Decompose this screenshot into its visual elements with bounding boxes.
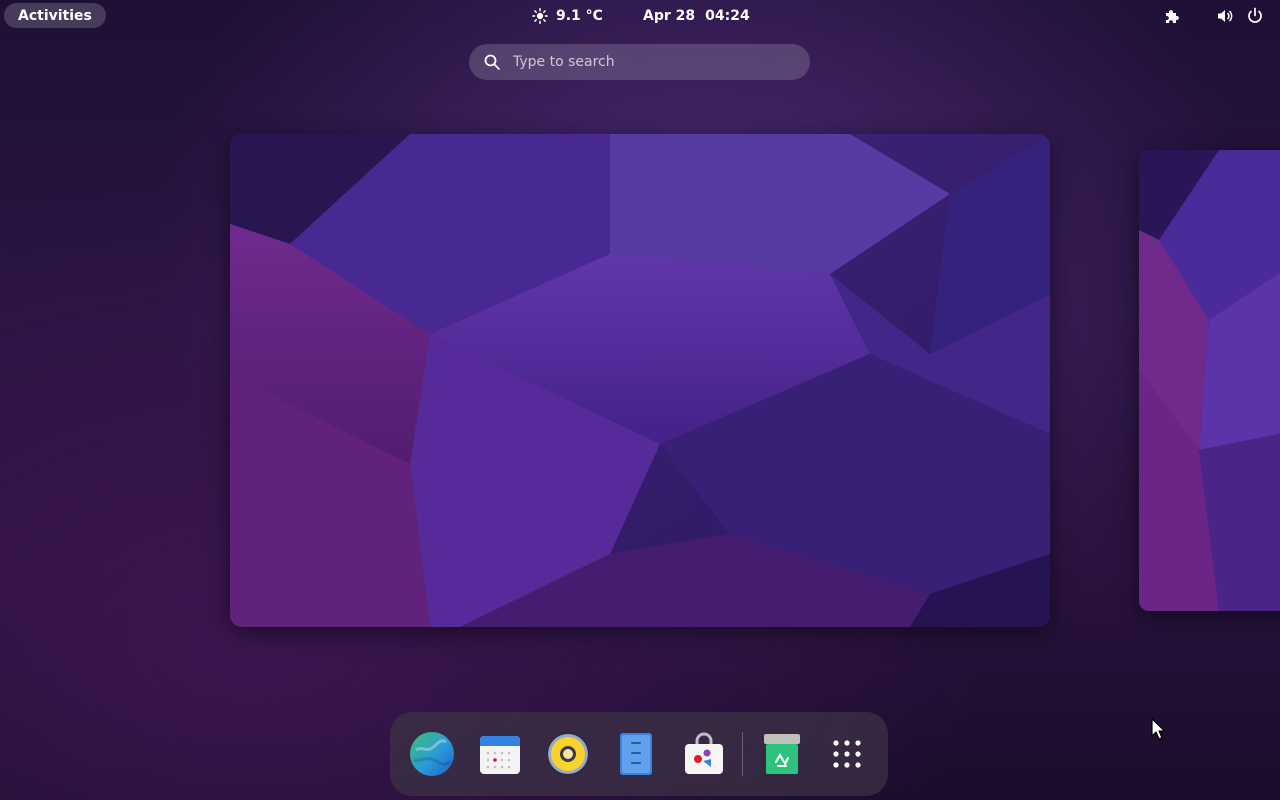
volume-icon[interactable] xyxy=(1217,8,1235,24)
dock-item-web-browser[interactable] xyxy=(406,728,458,780)
time-label: 04:24 xyxy=(705,8,750,24)
dock-item-rhythmbox[interactable] xyxy=(542,728,594,780)
activities-button[interactable]: Activities xyxy=(4,3,106,28)
notepad-icon xyxy=(620,733,652,775)
dock-item-calendar[interactable] xyxy=(474,728,526,780)
weather-indicator[interactable]: 9.1 °C xyxy=(532,0,603,32)
trash-icon xyxy=(764,734,800,774)
dock-item-software[interactable] xyxy=(678,728,730,780)
globe-icon xyxy=(410,732,454,776)
search-bar[interactable] xyxy=(469,44,810,80)
temperature-label: 9.1 °C xyxy=(556,8,603,24)
speaker-icon xyxy=(546,732,590,776)
search-input[interactable] xyxy=(511,53,785,71)
extensions-icon[interactable] xyxy=(1163,7,1181,25)
workspace-thumbnail-current[interactable] xyxy=(230,134,1050,627)
top-bar: Activities 9.1 °C Apr 28 04:24 xyxy=(0,0,1280,32)
power-icon[interactable] xyxy=(1246,7,1264,25)
shopping-bag-icon xyxy=(685,732,723,774)
dock-separator xyxy=(742,732,743,776)
mouse-pointer-icon xyxy=(1151,718,1165,740)
workspace-thumbnail-next[interactable] xyxy=(1139,150,1280,611)
search-icon xyxy=(484,54,500,70)
sun-icon xyxy=(532,8,548,24)
dash-dock xyxy=(390,712,888,796)
show-apps-button[interactable] xyxy=(821,728,873,780)
calendar-icon xyxy=(480,736,520,774)
wallpaper xyxy=(230,134,1050,627)
clock-button[interactable]: Apr 28 04:24 xyxy=(643,0,750,32)
app-grid-icon xyxy=(833,740,861,768)
dock-item-text-editor[interactable] xyxy=(610,728,662,780)
dock-item-trash[interactable] xyxy=(756,728,808,780)
date-label: Apr 28 xyxy=(643,8,696,24)
wallpaper xyxy=(1139,150,1280,611)
